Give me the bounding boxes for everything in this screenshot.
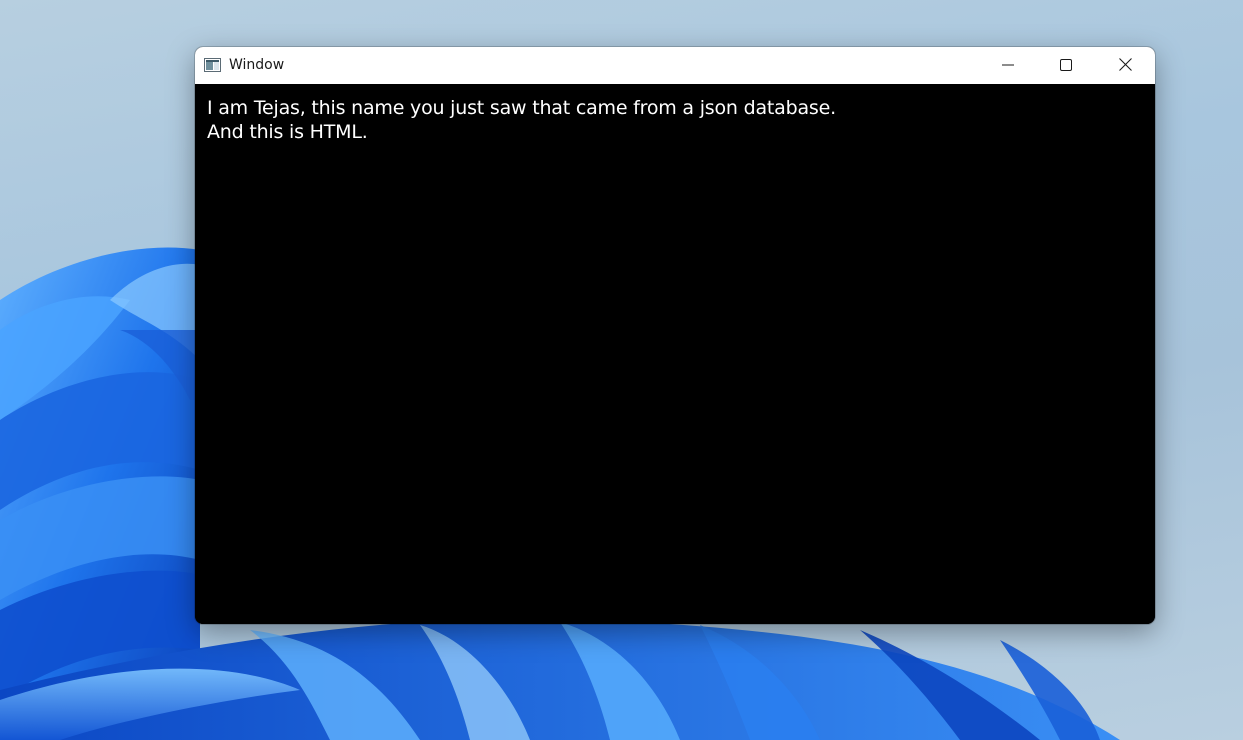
maximize-icon — [1060, 56, 1072, 75]
content-text-block: I am Tejas, this name you just saw that … — [207, 96, 836, 144]
window-title: Window — [229, 57, 285, 73]
content-line-2: And this is HTML. — [207, 121, 368, 143]
minimize-icon — [1002, 56, 1014, 75]
maximize-button[interactable] — [1037, 47, 1095, 84]
app-window-icon — [204, 57, 221, 72]
content-line-1: I am Tejas, this name you just saw that … — [207, 97, 836, 119]
app-window: Window I am Tejas, this name you just sa… — [195, 47, 1155, 624]
title-bar[interactable]: Window — [195, 47, 1155, 84]
minimize-button[interactable] — [979, 47, 1037, 84]
close-icon — [1118, 56, 1132, 75]
window-content: I am Tejas, this name you just saw that … — [195, 84, 1155, 624]
desktop: Window I am Tejas, this name you just sa… — [0, 0, 1243, 740]
close-button[interactable] — [1095, 47, 1155, 84]
